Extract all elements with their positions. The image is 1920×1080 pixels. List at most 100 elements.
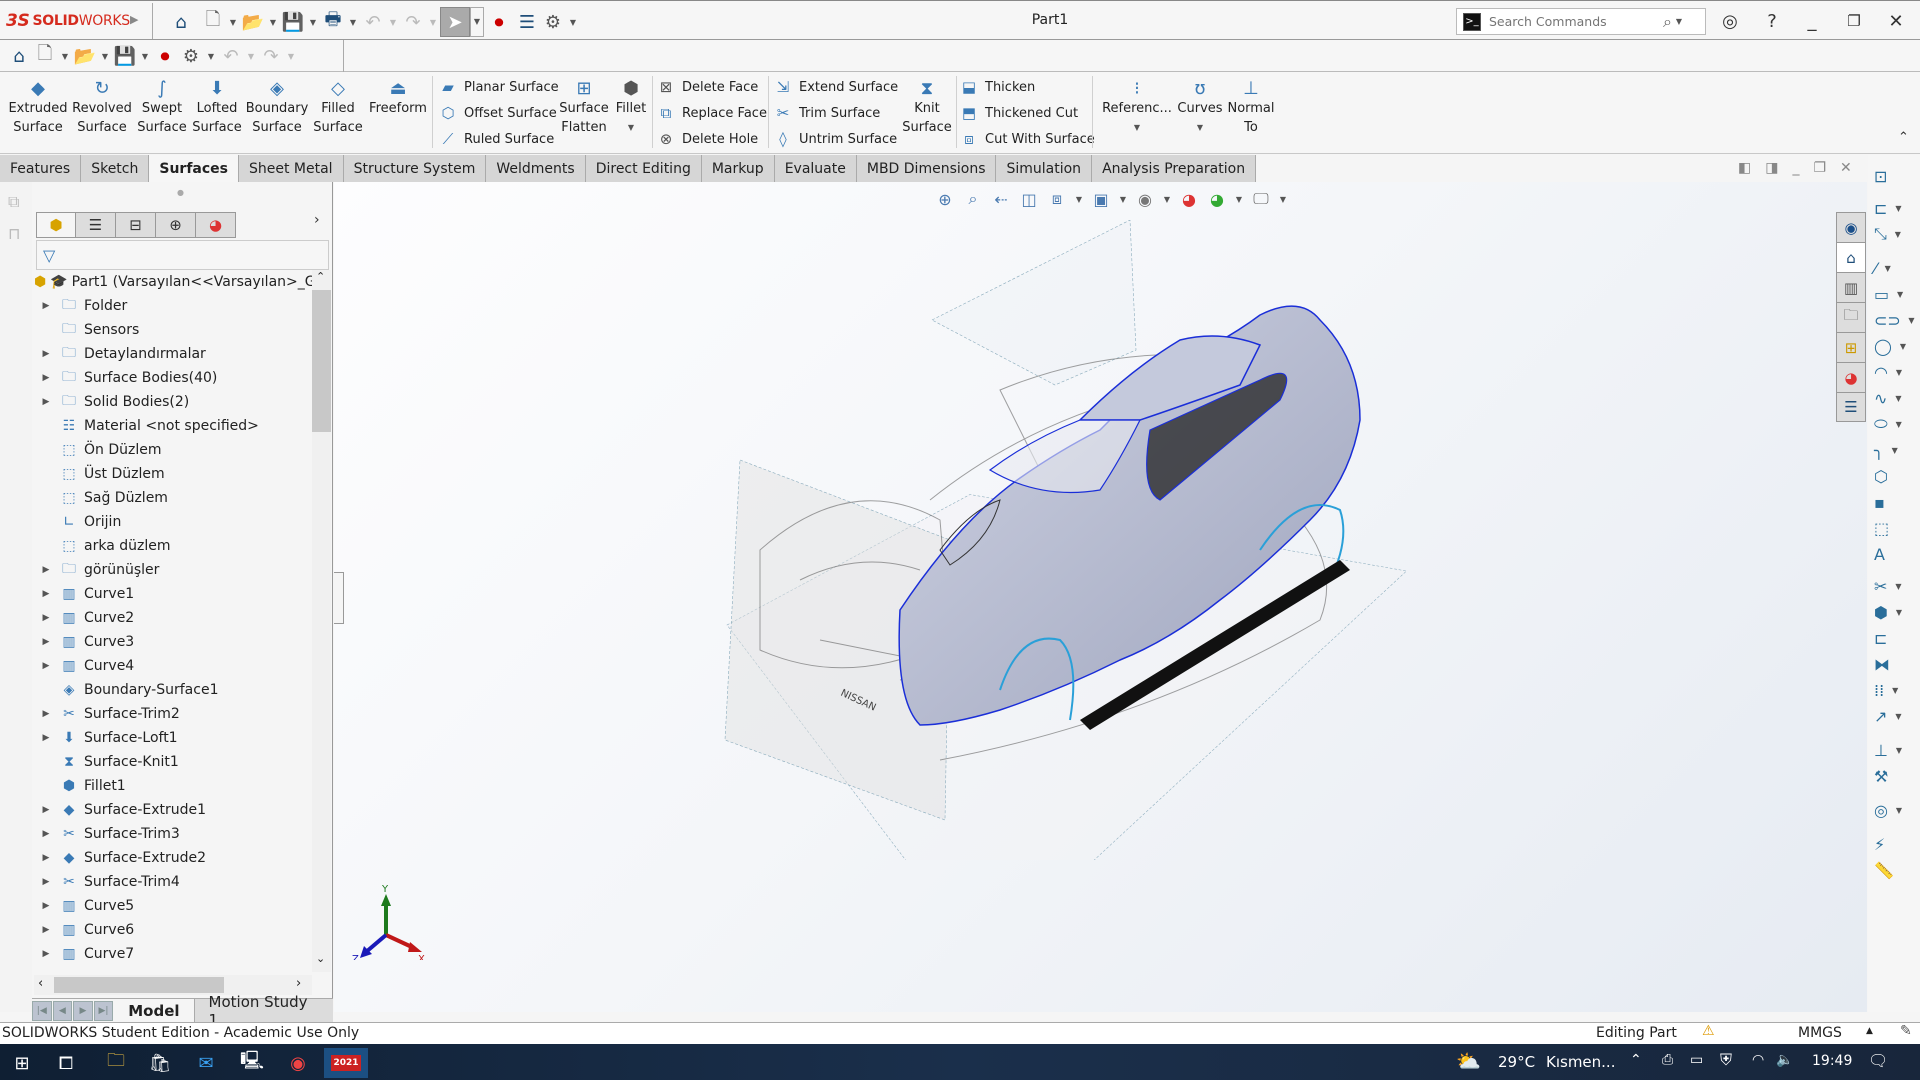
extruded-surface-button[interactable]: ◆ Extruded Surface — [8, 76, 68, 137]
apply-scene-icon[interactable]: ◕ — [1204, 186, 1230, 212]
open-dropdown-icon[interactable]: ▼ — [98, 52, 112, 61]
car-body-model[interactable]: NISSAN — [700, 220, 1460, 860]
cut-with-surface-button[interactable]: ⧈ Cut With Surface — [959, 127, 1095, 151]
clock[interactable]: 19:49 — [1812, 1053, 1852, 1069]
view-settings-icon[interactable]: 🖵 — [1248, 186, 1274, 212]
configuration-manager-tab[interactable]: ⊟ — [116, 212, 156, 238]
rebuild-icon[interactable]: ⏺ — [152, 43, 178, 69]
previous-view-icon[interactable]: ⇠ — [988, 186, 1014, 212]
expand-arrow-icon[interactable]: ▶ — [34, 589, 58, 599]
hide-show-dropdown-icon[interactable]: ▼ — [1160, 195, 1174, 204]
untrim-surface-button[interactable]: ◊ Untrim Surface — [773, 127, 897, 151]
options-icon[interactable]: ⚙ — [178, 43, 204, 69]
tree-item[interactable]: ▶ 🗀 Solid Bodies(2) — [34, 390, 312, 414]
weather-icon[interactable]: ⛅ — [1456, 1049, 1481, 1073]
tab-simulation[interactable]: Simulation — [996, 155, 1093, 182]
dropdown-arrow-icon[interactable]: ▼ — [1891, 394, 1905, 403]
tree-item[interactable]: ▶ ✂ Surface-Trim3 — [34, 822, 312, 846]
tree-item[interactable]: ▶ 🗀 görünüşler — [34, 558, 312, 582]
lofted-surface-button[interactable]: ⬇ Lofted Surface — [190, 76, 244, 137]
customize-icon[interactable]: ✎ — [1900, 1023, 1912, 1039]
task-view-icon[interactable]: ⧠ — [46, 1048, 86, 1078]
scroll-right-icon[interactable]: › — [296, 976, 301, 991]
tree-item[interactable]: ▶ ▥ Curve4 — [34, 654, 312, 678]
search-dropdown-icon[interactable]: ▼ — [1672, 17, 1686, 26]
sketch-button[interactable]: ⊡ — [1874, 165, 1918, 187]
camera-icon[interactable]: ⎙ — [1662, 1052, 1673, 1068]
reference-dropdown-icon[interactable]: ▼ — [1130, 118, 1144, 137]
hide-show-items-icon[interactable]: ◉ — [1132, 186, 1158, 212]
security-icon[interactable]: ⛨ — [1720, 1050, 1732, 1070]
search-commands-input[interactable] — [1489, 14, 1659, 29]
swept-surface-button[interactable]: ∫ Swept Surface — [135, 76, 189, 137]
surface-flatten-button[interactable]: ⊞ Surface Flatten — [558, 76, 610, 137]
plane-button[interactable]: ⬚ — [1874, 517, 1918, 539]
tab-structure-system[interactable]: Structure System — [343, 155, 487, 182]
panel-splitter-handle[interactable] — [334, 572, 344, 624]
dropdown-arrow-icon[interactable]: ▼ — [1881, 264, 1895, 273]
appearances-tab[interactable]: ◕ — [1836, 362, 1866, 392]
line-button[interactable]: ⁄ ▼ — [1874, 257, 1918, 279]
home-icon[interactable]: ⌂ — [6, 43, 32, 69]
tree-item[interactable]: ▶ ◆ Surface-Extrude2 — [34, 846, 312, 870]
thicken-button[interactable]: ⬓ Thicken — [959, 75, 1035, 99]
tile-right-icon[interactable]: ◨ — [1765, 160, 1778, 176]
notifications-icon[interactable]: 🗨 — [1868, 1051, 1888, 1070]
expand-arrow-icon[interactable]: ▶ — [34, 301, 58, 311]
help-icon[interactable]: ? — [1758, 7, 1786, 35]
rebuild-icon[interactable]: ⏺ — [484, 9, 514, 35]
repair-sketch-button[interactable]: ⚒ — [1874, 765, 1918, 787]
thickened-cut-button[interactable]: ⬒ Thickened Cut — [959, 101, 1078, 125]
display-relations-button[interactable]: ⊥ ▼ — [1874, 739, 1918, 761]
expand-arrow-icon[interactable]: ▶ — [34, 349, 58, 359]
normal-to-button[interactable]: ⊥ Normal To — [1226, 76, 1276, 137]
delete-hole-button[interactable]: ⊗ Delete Hole — [656, 127, 758, 151]
text-button[interactable]: A — [1874, 543, 1918, 565]
arc-button[interactable]: ◠ ▼ — [1874, 361, 1918, 383]
fillet-sketch-button[interactable]: ╮ ▼ — [1874, 439, 1918, 461]
file-explorer-icon[interactable]: 🗀 — [96, 1048, 136, 1078]
new-document-icon[interactable]: 🗋 — [200, 9, 226, 35]
rebuild-warning-icon[interactable]: ⚠ — [1702, 1023, 1715, 1039]
design-library-tab[interactable]: ▥ — [1836, 272, 1866, 302]
tree-item[interactable]: ⬚ arka düzlem — [34, 534, 312, 558]
instant3d-icon[interactable]: ⧉ — [8, 192, 19, 212]
search-icon[interactable]: ⌕ — [1663, 12, 1672, 32]
dropdown-arrow-icon[interactable]: ▼ — [1896, 342, 1910, 351]
dropdown-arrow-icon[interactable]: ▼ — [1905, 316, 1918, 325]
tree-item[interactable]: 🗀 Sensors — [34, 318, 312, 342]
slot-button[interactable]: ⊂⊃ ▼ — [1874, 309, 1918, 331]
windows-start-icon[interactable]: ⊞ — [2, 1048, 42, 1078]
expand-arrow-icon[interactable]: ▶ — [34, 637, 58, 647]
user-account-icon[interactable]: ◎ — [1716, 7, 1744, 35]
select-dropdown-icon[interactable]: ▼ — [470, 7, 484, 37]
tree-item[interactable]: ▶ ✂ Surface-Trim2 — [34, 702, 312, 726]
property-manager-tab[interactable]: ☰ — [76, 212, 116, 238]
undo-icon[interactable]: ↶ — [360, 9, 386, 35]
scroll-up-icon[interactable]: ⌃ — [316, 270, 325, 283]
expand-arrow-icon[interactable]: ▶ — [34, 853, 58, 863]
rapid-sketch-button[interactable]: ⚡ — [1874, 833, 1918, 855]
save-icon[interactable]: 💾 — [280, 9, 306, 35]
dropdown-arrow-icon[interactable]: ▼ — [1892, 420, 1906, 429]
redo-icon[interactable]: ↷ — [258, 43, 284, 69]
weather-text[interactable]: Kısmen... — [1546, 1053, 1615, 1071]
solidworks-taskbar-icon[interactable]: 2021 — [324, 1048, 368, 1078]
tree-filter[interactable]: ▽ — [36, 240, 329, 270]
revolved-surface-button[interactable]: ↻ Revolved Surface — [71, 76, 133, 137]
wifi-icon[interactable]: ◠ — [1752, 1052, 1764, 1068]
new-dropdown-icon[interactable]: ▼ — [226, 18, 240, 27]
tab-weldments[interactable]: Weldments — [486, 155, 586, 182]
save-dropdown-icon[interactable]: ▼ — [306, 18, 320, 27]
tab-mbd-dimensions[interactable]: MBD Dimensions — [856, 155, 997, 182]
dropdown-arrow-icon[interactable]: ▼ — [1892, 608, 1906, 617]
quick-snaps-button[interactable]: ◎ ▼ — [1874, 799, 1918, 821]
display-style-dropdown-icon[interactable]: ▼ — [1116, 195, 1130, 204]
zoom-to-area-icon[interactable]: ⌕ — [960, 186, 986, 212]
tile-left-icon[interactable]: ◧ — [1738, 160, 1751, 176]
undo-dropdown-icon[interactable]: ▼ — [386, 18, 400, 27]
save-icon[interactable]: 💾 — [112, 43, 138, 69]
delete-face-button[interactable]: ⊠ Delete Face — [656, 75, 759, 99]
tree-item[interactable]: ▶ ▥ Curve6 — [34, 918, 312, 942]
dropdown-arrow-icon[interactable]: ▼ — [1892, 368, 1906, 377]
